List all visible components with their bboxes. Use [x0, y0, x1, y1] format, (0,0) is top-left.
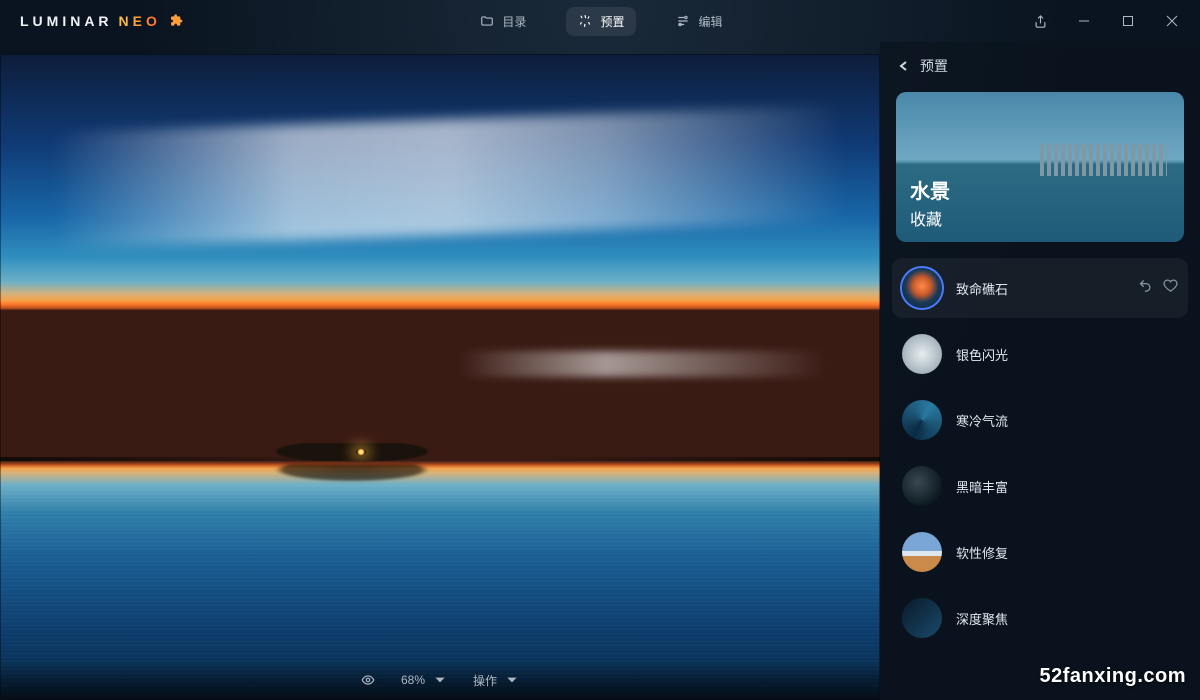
actions-menu[interactable]: 操作: [473, 672, 519, 689]
window-controls: [1018, 0, 1194, 42]
sidebar: 预置 水景 收藏 致命礁石银色闪光寒冷气流黑暗丰富软性修复深度聚焦: [880, 42, 1200, 700]
preset-item[interactable]: 深度聚焦: [892, 588, 1188, 648]
preset-thumbnail: [902, 466, 942, 506]
preset-thumbnail: [902, 598, 942, 638]
plugin-icon[interactable]: [169, 13, 185, 29]
share-button[interactable]: [1018, 0, 1062, 42]
preset-actions: [1138, 278, 1178, 298]
preset-item[interactable]: 致命礁石: [892, 258, 1188, 318]
preset-item[interactable]: 寒冷气流: [892, 390, 1188, 450]
minimize-button[interactable]: [1062, 0, 1106, 42]
preset-label: 软性修复: [956, 543, 1178, 562]
preset-label: 深度聚焦: [956, 609, 1178, 628]
preset-label: 致命礁石: [956, 279, 1124, 298]
tab-presets-label: 预置: [600, 13, 624, 30]
logo-neo-text: NEO: [119, 13, 161, 29]
sidebar-back[interactable]: 预置: [880, 42, 1200, 90]
preset-item[interactable]: 软性修复: [892, 522, 1188, 582]
compare-toggle[interactable]: [361, 673, 375, 687]
app-logo: LUMINAR NEO: [6, 13, 185, 29]
tab-presets[interactable]: 预置: [566, 7, 636, 36]
preset-thumbnail: [902, 400, 942, 440]
preset-thumbnail: [902, 268, 942, 308]
preset-item[interactable]: 黑暗丰富: [892, 456, 1188, 516]
preset-thumbnail: [902, 532, 942, 572]
photo-preview: [0, 54, 880, 700]
preset-list: 致命礁石银色闪光寒冷气流黑暗丰富软性修复深度聚焦: [880, 258, 1200, 700]
preset-label: 银色闪光: [956, 345, 1178, 364]
maximize-button[interactable]: [1106, 0, 1150, 42]
zoom-value: 68%: [401, 673, 425, 687]
collection-card[interactable]: 水景 收藏: [896, 92, 1184, 242]
tab-catalog[interactable]: 目录: [468, 7, 538, 36]
undo-icon[interactable]: [1138, 278, 1153, 298]
tab-edit-label: 编辑: [698, 13, 722, 30]
photo-canvas[interactable]: [0, 54, 880, 700]
canvas-column: 68% 操作: [0, 42, 880, 700]
heart-icon[interactable]: [1163, 278, 1178, 298]
collection-title: 水景: [910, 175, 950, 204]
collection-subtitle: 收藏: [910, 206, 950, 230]
actions-label: 操作: [473, 672, 497, 689]
preset-item[interactable]: 银色闪光: [892, 324, 1188, 384]
zoom-control[interactable]: 68%: [401, 673, 447, 687]
preset-label: 寒冷气流: [956, 411, 1178, 430]
preset-thumbnail: [902, 334, 942, 374]
canvas-bottom-bar: 68% 操作: [0, 660, 880, 700]
preset-label: 黑暗丰富: [956, 477, 1178, 496]
title-bar: LUMINAR NEO 目录 预置 编辑: [0, 0, 1200, 42]
tab-catalog-label: 目录: [502, 13, 526, 30]
main-area: 68% 操作 预置 水景 收藏 致命礁石银色闪光寒冷气流黑暗丰富软性修复深度聚焦: [0, 42, 1200, 700]
watermark: 52fanxing.com: [1039, 665, 1186, 688]
sidebar-back-label: 预置: [920, 56, 948, 76]
mode-tabs: 目录 预置 编辑: [185, 7, 1018, 36]
logo-luminar-text: LUMINAR: [20, 13, 113, 29]
tab-edit[interactable]: 编辑: [664, 7, 734, 36]
close-button[interactable]: [1150, 0, 1194, 42]
